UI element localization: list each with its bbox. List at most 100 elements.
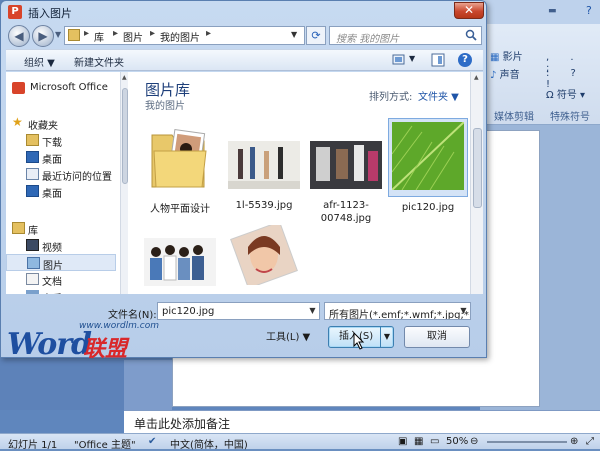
- nav-libraries[interactable]: 库: [6, 220, 116, 237]
- zoom-in-icon[interactable]: ⊕: [570, 436, 578, 447]
- dialog-title: 插入图片: [28, 7, 72, 20]
- nav-item-microsoft-office[interactable]: Microsoft Office: [6, 80, 116, 97]
- nav-item-music[interactable]: 音乐: [6, 288, 116, 294]
- breadcrumb-my-pictures[interactable]: 我的图片: [160, 29, 200, 44]
- group-label-media: 媒体剪辑: [494, 112, 534, 123]
- view-dropdown-icon[interactable]: ▼: [409, 54, 415, 63]
- nav-item-desktop-2[interactable]: 桌面: [6, 183, 116, 200]
- preview-pane-icon[interactable]: [430, 53, 446, 67]
- arrow-left-icon: ◀: [14, 29, 24, 43]
- forward-button[interactable]: ▶: [32, 25, 54, 47]
- notes-pane[interactable]: 单击此处添加备注: [124, 410, 600, 433]
- symbol-button[interactable]: Ω 符号 ▾: [546, 86, 585, 101]
- photo-thumbnail: [228, 141, 300, 189]
- breadcrumb-separator: ▸: [150, 28, 156, 39]
- nav-item-desktop[interactable]: 桌面: [6, 149, 116, 166]
- download-folder-icon: [26, 134, 39, 146]
- spellcheck-icon[interactable]: ✔: [148, 436, 156, 447]
- thumb-wrap: [224, 118, 304, 195]
- help-icon[interactable]: ?: [458, 53, 472, 67]
- recent-pages-dropdown[interactable]: ▼: [55, 30, 61, 39]
- nav-item-downloads[interactable]: 下载: [6, 132, 116, 149]
- search-input[interactable]: 搜索 我的图片: [329, 26, 482, 45]
- insert-options-dropdown[interactable]: ▼: [380, 327, 393, 347]
- scroll-up-icon[interactable]: ▲: [474, 74, 479, 81]
- command-bar: 组织 ▼ 新建文件夹 ▼ ?: [6, 49, 483, 71]
- library-subtitle: 我的图片: [145, 101, 185, 112]
- pictures-library-icon: [27, 257, 40, 269]
- refresh-icon: ⟳: [311, 29, 321, 42]
- sorter-view-icon[interactable]: ▦: [414, 436, 423, 447]
- movie-button[interactable]: ▦ 影片: [490, 48, 523, 63]
- movie-icon: ▦: [490, 52, 500, 63]
- breadcrumb-separator: ▸: [84, 28, 90, 39]
- library-folder-icon: [68, 29, 80, 41]
- file-list-scroll-thumb[interactable]: [473, 128, 482, 208]
- file-type-dropdown-icon[interactable]: ▼: [457, 303, 470, 319]
- refresh-button[interactable]: ⟳: [306, 26, 326, 45]
- ribbon-minimize-icon[interactable]: ▬: [548, 6, 557, 16]
- file-type-select[interactable]: 所有图片(*.emf;*.wmf;*.jpg;*.jp: [324, 302, 471, 320]
- filename-input[interactable]: pic120.jpg: [157, 302, 320, 320]
- slides-panel: [0, 360, 124, 410]
- music-library-icon: [26, 290, 39, 294]
- file-item-photo[interactable]: 1l-5539.jpg: [224, 118, 304, 212]
- file-item-photo[interactable]: [224, 221, 304, 291]
- nav-item-recent-places[interactable]: 最近访问的位置: [6, 166, 116, 183]
- zoom-slider[interactable]: [487, 441, 567, 443]
- star-icon: ★: [12, 115, 23, 129]
- file-item-photo[interactable]: afr-1123-00748.jpg: [306, 118, 386, 225]
- organize-button[interactable]: 组织 ▼: [24, 54, 55, 69]
- nav-favorites[interactable]: ★ 收藏夹: [6, 115, 116, 132]
- search-icon[interactable]: [465, 29, 477, 41]
- file-name: 人物平面设计: [150, 204, 210, 215]
- arrange-by-dropdown[interactable]: 文件夹 ▼: [418, 88, 459, 103]
- file-list-scrollbar[interactable]: ▲: [470, 72, 483, 294]
- zoom-out-icon[interactable]: ⊖: [470, 436, 478, 447]
- thumb-wrap: [140, 230, 220, 292]
- leaf-thumbnail: [391, 121, 465, 191]
- sound-button[interactable]: ♪ 声音: [490, 66, 520, 81]
- new-folder-button[interactable]: 新建文件夹: [74, 54, 124, 69]
- insert-picture-dialog: P 插入图片 ✕ ◀ ▶ ▼ ▸ 库 ▸ 图片 ▸ 我的图片 ▸ ▼ ⟳ 搜索 …: [0, 0, 488, 362]
- slideshow-view-icon[interactable]: ▭: [430, 436, 439, 447]
- thumb-wrap: [306, 118, 386, 195]
- back-button[interactable]: ◀: [8, 25, 30, 47]
- nav-item-videos[interactable]: 视频: [6, 237, 116, 254]
- nav-item-pictures[interactable]: 图片: [6, 254, 116, 272]
- change-view-icon[interactable]: [392, 53, 408, 67]
- thumb-wrap: [224, 221, 304, 291]
- photo-thumbnail: [228, 221, 300, 289]
- filename-dropdown-icon[interactable]: ▼: [306, 303, 319, 319]
- address-bar[interactable]: ▸ 库 ▸ 图片 ▸ 我的图片 ▸ ▼: [64, 26, 305, 45]
- cancel-button[interactable]: 取消: [404, 326, 470, 348]
- zoom-level: 50%: [446, 436, 469, 447]
- close-button[interactable]: ✕: [454, 2, 484, 19]
- watermark-logo-cn: 联盟: [83, 337, 128, 362]
- file-item-folder[interactable]: 人物平面设计: [140, 118, 220, 216]
- file-item-photo[interactable]: [140, 230, 220, 292]
- photo-thumbnail: [144, 238, 216, 286]
- documents-library-icon: [26, 273, 39, 285]
- breadcrumb-pictures[interactable]: 图片: [123, 29, 143, 44]
- breadcrumb-libraries[interactable]: 库: [94, 29, 104, 44]
- normal-view-icon[interactable]: ▣: [398, 436, 407, 447]
- mouse-cursor-icon: [353, 332, 365, 350]
- watermark-logo: Word: [7, 327, 92, 362]
- sound-icon: ♪: [490, 70, 497, 81]
- navigation-pane: Microsoft Office ★ 收藏夹 下载 桌面 最近访问的位置 桌面 …: [6, 72, 129, 294]
- ribbon-help-icon[interactable]: ?: [586, 4, 592, 17]
- tools-button[interactable]: 工具(L) ▼: [266, 328, 310, 343]
- title-bar[interactable]: P 插入图片 ✕: [1, 1, 488, 23]
- breadcrumb-separator: ▸: [113, 28, 119, 39]
- file-list-pane: 图片库 我的图片 排列方式: 文件夹 ▼ 人物平面设计 1l-5539.jpg …: [128, 72, 483, 294]
- nav-item-documents[interactable]: 文档: [6, 271, 116, 288]
- address-dropdown-icon[interactable]: ▼: [291, 30, 297, 39]
- fit-window-icon[interactable]: ⤢: [586, 436, 594, 447]
- group-label-special: 特殊符号: [550, 112, 590, 123]
- thumb-wrap: [388, 118, 468, 197]
- scroll-up-icon[interactable]: ▲: [122, 74, 127, 81]
- thumb-wrap: [140, 118, 220, 199]
- file-item-photo-selected[interactable]: pic120.jpg: [388, 118, 468, 214]
- desktop-icon: [26, 151, 39, 163]
